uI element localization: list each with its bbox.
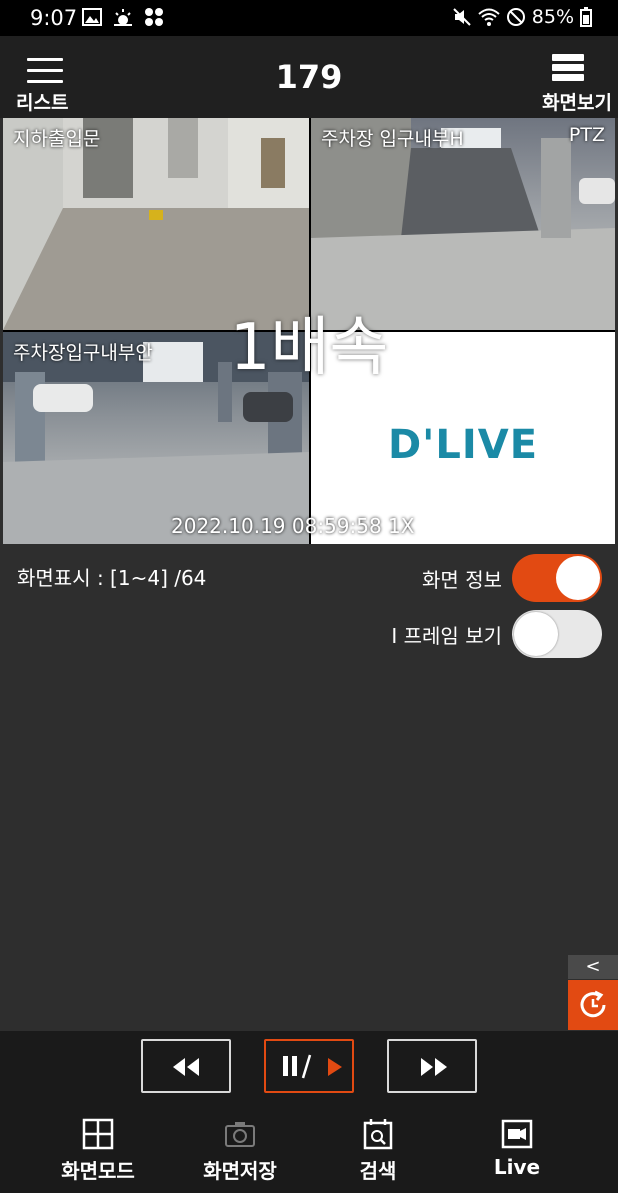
grid-icon [82,1118,114,1150]
do-not-disturb-icon [506,8,525,26]
refresh-icon [580,990,606,1018]
app-header: 리스트 179 화면보기 [0,36,618,118]
apps-notification-icon [145,8,163,26]
status-bar: 9:07 85% [0,0,618,36]
rewind-icon [173,1058,199,1076]
rewind-button[interactable] [141,1039,231,1093]
status-system-icons: 85% [452,6,592,28]
iframe-view-label: I 프레임 보기 [391,623,502,648]
calendar-search-icon [363,1119,393,1150]
camera-label-2: 주차장 입구내부H [321,128,464,150]
status-time: 9:07 [30,6,78,30]
camera-label-1: 지하출입문 [13,128,101,150]
screen-info-toggle-row: 화면 정보 [422,554,602,602]
screen-view-label: 화면보기 [542,92,612,114]
nav-live-label: Live [493,1155,541,1179]
bottom-bar: 화면모드 화면저장 검색 Live [0,1031,618,1193]
ptz-badge[interactable]: PTZ [569,124,605,146]
weather-notification-icon [114,9,132,26]
iframe-view-toggle[interactable] [512,610,602,658]
dlive-logo: D'LIVE [387,422,539,468]
screen-info-label: 화면 정보 [422,567,502,592]
iframe-toggle-row: I 프레임 보기 [391,610,602,658]
refresh-button[interactable] [568,980,618,1030]
nav-screen-save[interactable]: 화면저장 [180,1111,300,1184]
display-range-info: 화면표시 : [1~4] /64 [17,566,207,590]
battery-icon [580,7,592,27]
nav-screen-mode[interactable]: 화면모드 [38,1111,158,1184]
image-notification-icon [82,8,102,26]
screen-view-button[interactable]: 화면보기 [522,54,612,116]
video-icon [501,1119,533,1149]
fast-forward-icon [421,1058,447,1076]
pause-play-button[interactable] [264,1039,354,1093]
playback-speed-overlay: 1배속 [229,311,389,385]
status-notification-icons [82,7,164,27]
nav-screen-mode-label: 화면모드 [61,1159,135,1183]
camera-grid: 지하출입문 주차장 입구내부H PTZ 주차장입구내부안 D'LIVE 1배속 … [3,118,615,544]
nav-screen-save-label: 화면저장 [203,1159,277,1183]
mute-icon [453,8,471,26]
playback-timestamp: 2022.10.19 08:59:58 1X [171,514,415,538]
wifi-icon [478,8,500,26]
nav-live[interactable]: Live [457,1111,577,1179]
fast-forward-button[interactable] [387,1039,477,1093]
side-panel-tab[interactable]: < [568,955,618,979]
battery-percent: 85% [531,6,574,28]
nav-search[interactable]: 검색 [318,1111,438,1184]
pause-play-icon [283,1054,342,1079]
layout-stack-icon [552,54,584,84]
camera-icon [225,1122,255,1147]
nav-search-label: 검색 [359,1159,397,1183]
toggle-knob [556,556,600,600]
toggle-knob [514,612,558,656]
screen-info-toggle[interactable] [512,554,602,602]
